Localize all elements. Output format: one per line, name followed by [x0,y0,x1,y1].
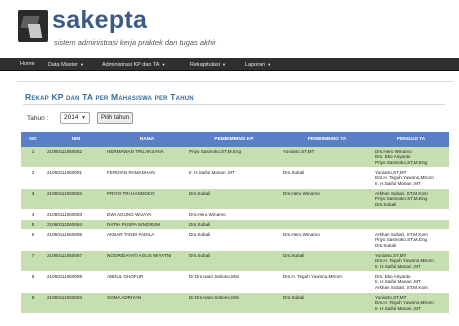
cell-pembimbing-kp: Priyo Sasmoko,ST,M.Eng [189,149,242,154]
cell-no: 7 [31,253,35,258]
nav-item-home[interactable]: Home [20,58,35,71]
content-panel: Rekap KP dan TA per Mahasiswa per Tahun … [17,81,453,326]
nav-item-rekapitulasi[interactable]: Rekapitulasi ▼ [190,58,226,71]
table-row: 3 21060111060082 PRIYO TRI HANDOKO Drs.S… [21,189,449,210]
column-header-nama: NAMA [139,137,155,142]
cell-penguji-ta: Yuniarto,ST,MT Drs.H. Teguh Yuwono,MKom … [375,170,434,186]
chevron-down-icon: ▼ [267,62,272,67]
cell-no: 2 [31,170,35,175]
table-row: 4 21060111060083 DWI AGUNG WIJAYA Drs.He… [21,210,449,220]
cell-penguji-ta: Yuniarto,ST,MT Drs.H. Teguh Yuwono,MKom … [375,253,434,269]
cell-nama: AKBAR TANDI FADILA [107,232,155,237]
cell-nama: PRIYO TRI HANDOKO [107,191,155,196]
chevron-down-icon: ▼ [161,62,166,67]
cell-nama: FERDIAN RAMADHAN [107,170,155,175]
brand-tagline: sistem administrasi kerja praktek dan tu… [54,38,217,47]
cell-no: 6 [31,232,35,237]
cell-nama: SOMA ADRIYAN [107,295,142,300]
year-filter-label: Tahun : [27,115,49,122]
cell-no: 4 [31,212,35,217]
choose-year-button[interactable]: Pilih tahun [97,112,133,124]
column-header-penguji-ta: PENGUJI TA [396,137,426,142]
table-row: 9 21060111060093 SOMA ADRIYAN Dr.Drs.Iwa… [21,293,449,314]
cell-nim: 21060111060084 [47,222,83,227]
title-divider [23,104,445,105]
column-header-nim: NIM [71,137,81,142]
cell-pembimbing-ta: Drs.Subali [283,253,305,258]
nav-item-laporan[interactable]: Laporan ▼ [245,58,271,71]
cell-nama: RATIH PUSPA NINGRUM [107,222,160,227]
cell-no: 1 [31,149,35,154]
cell-nama: DWI AGUNG WIJAYA [107,212,152,217]
cell-penguji-ta: Drs. Eko Ariyanto Ir. H.Saiful Manan ,MT… [375,274,428,290]
cell-pembimbing-kp: Dr.Drs.Iwan Setiono,MSi [189,274,240,279]
table-row: 5 21060111060084 RATIH PUSPA NINGRUM Drs… [21,220,449,230]
table-row: 7 21060111060087 NOORIDAYATI AGUS WIYATN… [21,251,449,272]
table-header-row: NO NIM NAMA PEMBIMBING KP PEMBIMBING TA … [21,132,449,147]
site-header: sakepta sistem administrasi kerja prakte… [0,0,459,56]
cell-penguji-ta: Arkhan Subari, ST,M.Kom Priyo Sasmoko,ST… [375,191,428,207]
cell-nama: ABDUL GHOFUR [107,274,144,279]
cell-nama: NOORIDAYATI AGUS WIYATNI [107,253,172,258]
cell-pembimbing-ta: Drs.Subali [283,295,305,300]
cell-nim: 21060111060081 [47,170,83,175]
cell-nim: 21060111060089 [47,274,83,279]
cell-pembimbing-kp: Drs.Heru Winarno [189,212,226,217]
cell-pembimbing-kp: Drs.Subali [189,253,211,258]
cell-no: 5 [31,222,35,227]
chevron-down-icon: ▼ [79,62,84,67]
cell-pembimbing-ta: Drs.Subali [283,170,305,175]
column-header-pembimbing-kp: PEMBIMBING KP [214,137,254,142]
cell-nim: 21060111060082 [47,191,83,196]
chevron-down-icon: ▼ [81,115,86,121]
cell-nim: 21060111060052 [47,149,83,154]
cell-no: 8 [31,274,35,279]
logo-icon [18,10,48,42]
cell-nama: HERMAWAN TRILAKSANA [107,149,164,154]
cell-pembimbing-ta: Drs.Heru Winarno [283,191,320,196]
nav-item-administrasi[interactable]: Administrasi KP dan TA ▼ [102,58,165,71]
cell-pembimbing-kp: Drs.Subali [189,232,211,237]
cell-penguji-ta: Drs.Heru Winarno Drs. Eko Ariyanto Priyo… [375,149,428,165]
column-header-pembimbing-ta: PEMBIMBING TA [307,137,347,142]
page-title: Rekap KP dan TA per Mahasiswa per Tahun [25,92,194,102]
recap-table: NO NIM NAMA PEMBIMBING KP PEMBIMBING TA … [21,132,449,314]
column-header-no: NO [29,137,37,142]
year-select[interactable]: 2014 ▼ [60,112,90,124]
cell-nim: 21060111060086 [47,232,83,237]
cell-pembimbing-kp: Ir. H.Saiful Manan ,MT [189,170,235,175]
table-row: 1 21060111060052 HERMAWAN TRILAKSANA Pri… [21,147,449,168]
table-row: 8 21060111060089 ABDUL GHOFUR Dr.Drs.Iwa… [21,272,449,293]
cell-penguji-ta: Arkhan Subari, ST,M.Kom Priyo Sasmoko,ST… [375,232,428,248]
cell-no: 3 [31,191,35,196]
cell-pembimbing-ta: Drs.H. Teguh Yuwono,MKom [283,274,342,279]
nav-item-data-master[interactable]: Data Master ▼ [48,58,84,71]
cell-pembimbing-kp: Drs.Subali [189,222,211,227]
chevron-down-icon: ▼ [221,62,226,67]
cell-penguji-ta: Yuniarto,ST,MT Drs.H. Teguh Yuwono,MKom … [375,295,434,311]
cell-pembimbing-ta: Drs.Heru Winarno [283,232,320,237]
cell-nim: 21060111060087 [47,253,83,258]
cell-pembimbing-ta: Yuniarto,ST,MT [283,149,315,154]
brand-name: sakepta [52,6,148,34]
table-row: 6 21060111060086 AKBAR TANDI FADILA Drs.… [21,230,449,251]
cell-no: 9 [31,295,35,300]
table-row: 2 21060111060081 FERDIAN RAMADHAN Ir. H.… [21,168,449,189]
year-select-value: 2014 [64,114,79,121]
cell-pembimbing-kp: Drs.Subali [189,191,211,196]
cell-nim: 21060111060093 [47,295,83,300]
cell-pembimbing-kp: Dr.Drs.Iwan Setiono,MSi [189,295,240,300]
main-navbar: Home Data Master ▼ Administrasi KP dan TA… [0,58,459,71]
cell-nim: 21060111060083 [47,212,83,217]
